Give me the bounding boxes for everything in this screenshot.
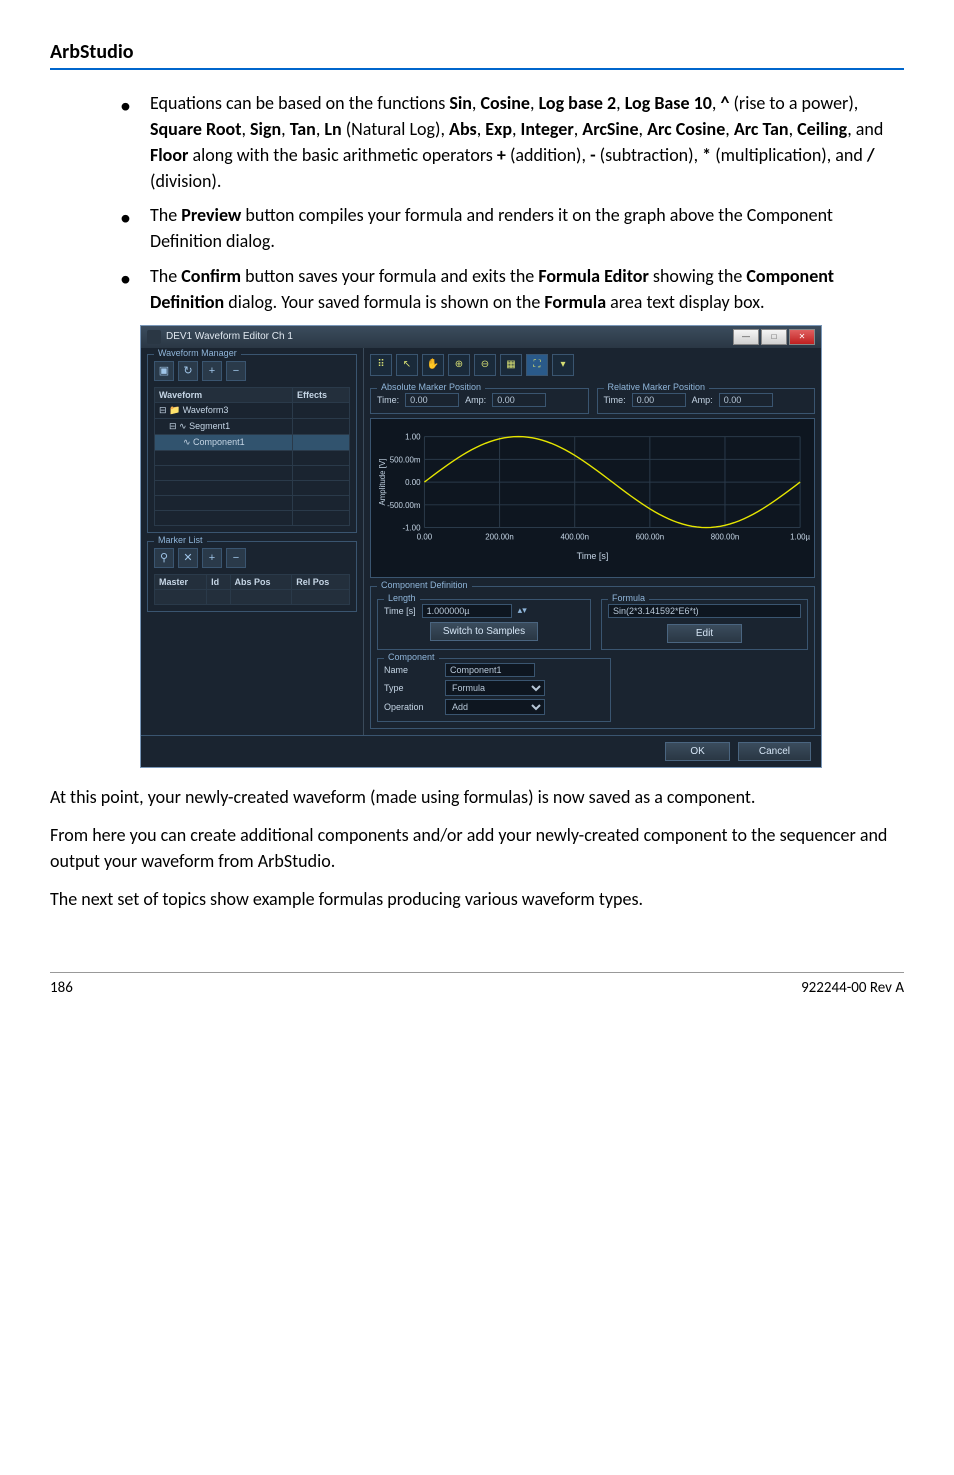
formula-group: Formula Edit bbox=[601, 599, 808, 650]
marker-minus-icon[interactable]: − bbox=[226, 548, 246, 568]
svg-text:Amplitude [V]: Amplitude [V] bbox=[378, 458, 387, 505]
svg-text:600.00n: 600.00n bbox=[636, 532, 665, 541]
marker-plus-icon[interactable]: + bbox=[202, 548, 222, 568]
marker-add-icon[interactable]: ⚲ bbox=[154, 548, 174, 568]
component-group: Component Name Type Formula Operation bbox=[377, 658, 611, 722]
close-button[interactable]: ✕ bbox=[789, 329, 815, 345]
component-definition-group: Component Definition Length Time [s] ▴▾ … bbox=[370, 586, 815, 729]
preview-chart: 0.00 200.00n 400.00n 600.00n 800.00n 1.00µ 1.0… bbox=[370, 418, 815, 578]
spinner-icon[interactable]: ▴▾ bbox=[518, 605, 527, 616]
hand-icon[interactable]: ✋ bbox=[422, 354, 444, 376]
col-effects: Effects bbox=[293, 387, 350, 402]
rel-time-field[interactable] bbox=[632, 393, 686, 407]
new-waveform-icon[interactable]: ▣ bbox=[154, 361, 174, 381]
time-label: Time: bbox=[377, 395, 399, 405]
formula-field[interactable] bbox=[608, 604, 801, 618]
col-abspos: Abs Pos bbox=[230, 574, 292, 589]
fit-icon[interactable]: ⛶ bbox=[526, 354, 548, 376]
col-waveform: Waveform bbox=[155, 387, 293, 402]
type-label: Type bbox=[384, 683, 439, 693]
tree-row[interactable]: ∿ Component1 bbox=[155, 434, 350, 450]
marker-table[interactable]: Master Id Abs Pos Rel Pos bbox=[154, 574, 350, 605]
paragraph: From here you can create additional comp… bbox=[50, 822, 904, 874]
chart-canvas: 0.00 200.00n 400.00n 600.00n 800.00n 1.00µ 1.0… bbox=[375, 423, 810, 553]
time-s-label: Time [s] bbox=[384, 606, 416, 616]
zoom-out-icon[interactable]: ⊖ bbox=[474, 354, 496, 376]
abs-time-field[interactable] bbox=[405, 393, 459, 407]
svg-text:0.00: 0.00 bbox=[417, 532, 433, 541]
length-group: Length Time [s] ▴▾ Switch to Samples bbox=[377, 599, 591, 650]
group-title: Length bbox=[384, 593, 420, 603]
page-number: 186 bbox=[50, 979, 73, 997]
bullet-item: The Preview button compiles your formula… bbox=[120, 202, 904, 254]
svg-text:200.00n: 200.00n bbox=[485, 532, 514, 541]
cancel-button[interactable]: Cancel bbox=[738, 742, 811, 761]
amp-label: Amp: bbox=[465, 395, 486, 405]
paragraph: At this point, your newly-created wavefo… bbox=[50, 784, 904, 810]
doc-header: ArbStudio bbox=[50, 40, 904, 70]
paragraph: The next set of topics show example form… bbox=[50, 886, 904, 912]
col-master: Master bbox=[155, 574, 207, 589]
zoom-in-icon[interactable]: ⊕ bbox=[448, 354, 470, 376]
svg-text:400.00n: 400.00n bbox=[560, 532, 589, 541]
rel-amp-field[interactable] bbox=[719, 393, 773, 407]
time-s-field[interactable] bbox=[422, 604, 512, 618]
name-field[interactable] bbox=[445, 663, 535, 677]
add-icon[interactable]: + bbox=[202, 361, 222, 381]
zoom-region-icon[interactable]: ▦ bbox=[500, 354, 522, 376]
col-relpos: Rel Pos bbox=[292, 574, 350, 589]
group-title: Relative Marker Position bbox=[604, 382, 710, 392]
ok-button[interactable]: OK bbox=[665, 742, 729, 761]
dropdown-icon[interactable]: ▾ bbox=[552, 354, 574, 376]
tree-row[interactable]: ⊟ ∿ Segment1 bbox=[155, 418, 350, 434]
chart-xlabel: Time [s] bbox=[375, 551, 810, 561]
switch-to-samples-button[interactable]: Switch to Samples bbox=[430, 622, 538, 641]
group-title: Absolute Marker Position bbox=[377, 382, 485, 392]
doc-revision: 922244-00 Rev A bbox=[801, 979, 904, 997]
minimize-button[interactable]: — bbox=[733, 329, 759, 345]
title-bar: DEV1 Waveform Editor Ch 1 — □ ✕ bbox=[141, 326, 821, 348]
bullet-item: The Confirm button saves your formula an… bbox=[120, 263, 904, 315]
svg-text:500.00m: 500.00m bbox=[390, 455, 421, 464]
graph-settings-icon[interactable]: ⠿ bbox=[370, 354, 392, 376]
app-icon bbox=[147, 330, 161, 344]
refresh-icon[interactable]: ↻ bbox=[178, 361, 198, 381]
group-title: Formula bbox=[608, 593, 649, 603]
svg-text:1.00µ: 1.00µ bbox=[790, 532, 810, 541]
bullet-item: Equations can be based on the functions … bbox=[120, 90, 904, 194]
app-window: DEV1 Waveform Editor Ch 1 — □ ✕ Waveform… bbox=[140, 325, 822, 768]
abs-marker-group: Absolute Marker Position Time: Amp: bbox=[370, 388, 589, 414]
waveform-tree[interactable]: Waveform Effects ⊟ 📁 Waveform3 ⊟ ∿ Segme… bbox=[154, 387, 350, 526]
col-id: Id bbox=[207, 574, 230, 589]
svg-text:1.00: 1.00 bbox=[405, 432, 421, 441]
cursor-icon[interactable]: ↖ bbox=[396, 354, 418, 376]
marker-delete-icon[interactable]: ✕ bbox=[178, 548, 198, 568]
amp-label: Amp: bbox=[692, 395, 713, 405]
marker-list-group: Marker List ⚲ ✕ + − Master Id Abs Pos Re… bbox=[147, 541, 357, 612]
svg-text:-1.00: -1.00 bbox=[402, 523, 421, 532]
abs-amp-field[interactable] bbox=[492, 393, 546, 407]
window-title: DEV1 Waveform Editor Ch 1 bbox=[166, 331, 293, 342]
operation-label: Operation bbox=[384, 702, 439, 712]
svg-text:0.00: 0.00 bbox=[405, 478, 421, 487]
group-title: Marker List bbox=[154, 535, 207, 545]
remove-icon[interactable]: − bbox=[226, 361, 246, 381]
operation-select[interactable]: Add bbox=[445, 699, 545, 715]
rel-marker-group: Relative Marker Position Time: Amp: bbox=[597, 388, 816, 414]
tree-row[interactable]: ⊟ 📁 Waveform3 bbox=[155, 402, 350, 418]
group-title: Waveform Manager bbox=[154, 348, 241, 358]
maximize-button[interactable]: □ bbox=[761, 329, 787, 345]
type-select[interactable]: Formula bbox=[445, 680, 545, 696]
waveform-manager-group: Waveform Manager ▣ ↻ + − Waveform Effect… bbox=[147, 354, 357, 533]
svg-text:-500.00m: -500.00m bbox=[387, 501, 421, 510]
page-footer: 186 922244-00 Rev A bbox=[50, 972, 904, 997]
edit-button[interactable]: Edit bbox=[667, 624, 742, 643]
name-label: Name bbox=[384, 665, 439, 675]
group-title: Component Definition bbox=[377, 580, 472, 590]
svg-text:800.00n: 800.00n bbox=[711, 532, 740, 541]
time-label: Time: bbox=[604, 395, 626, 405]
bullet-list: Equations can be based on the functions … bbox=[50, 90, 904, 315]
group-title: Component bbox=[384, 652, 439, 662]
